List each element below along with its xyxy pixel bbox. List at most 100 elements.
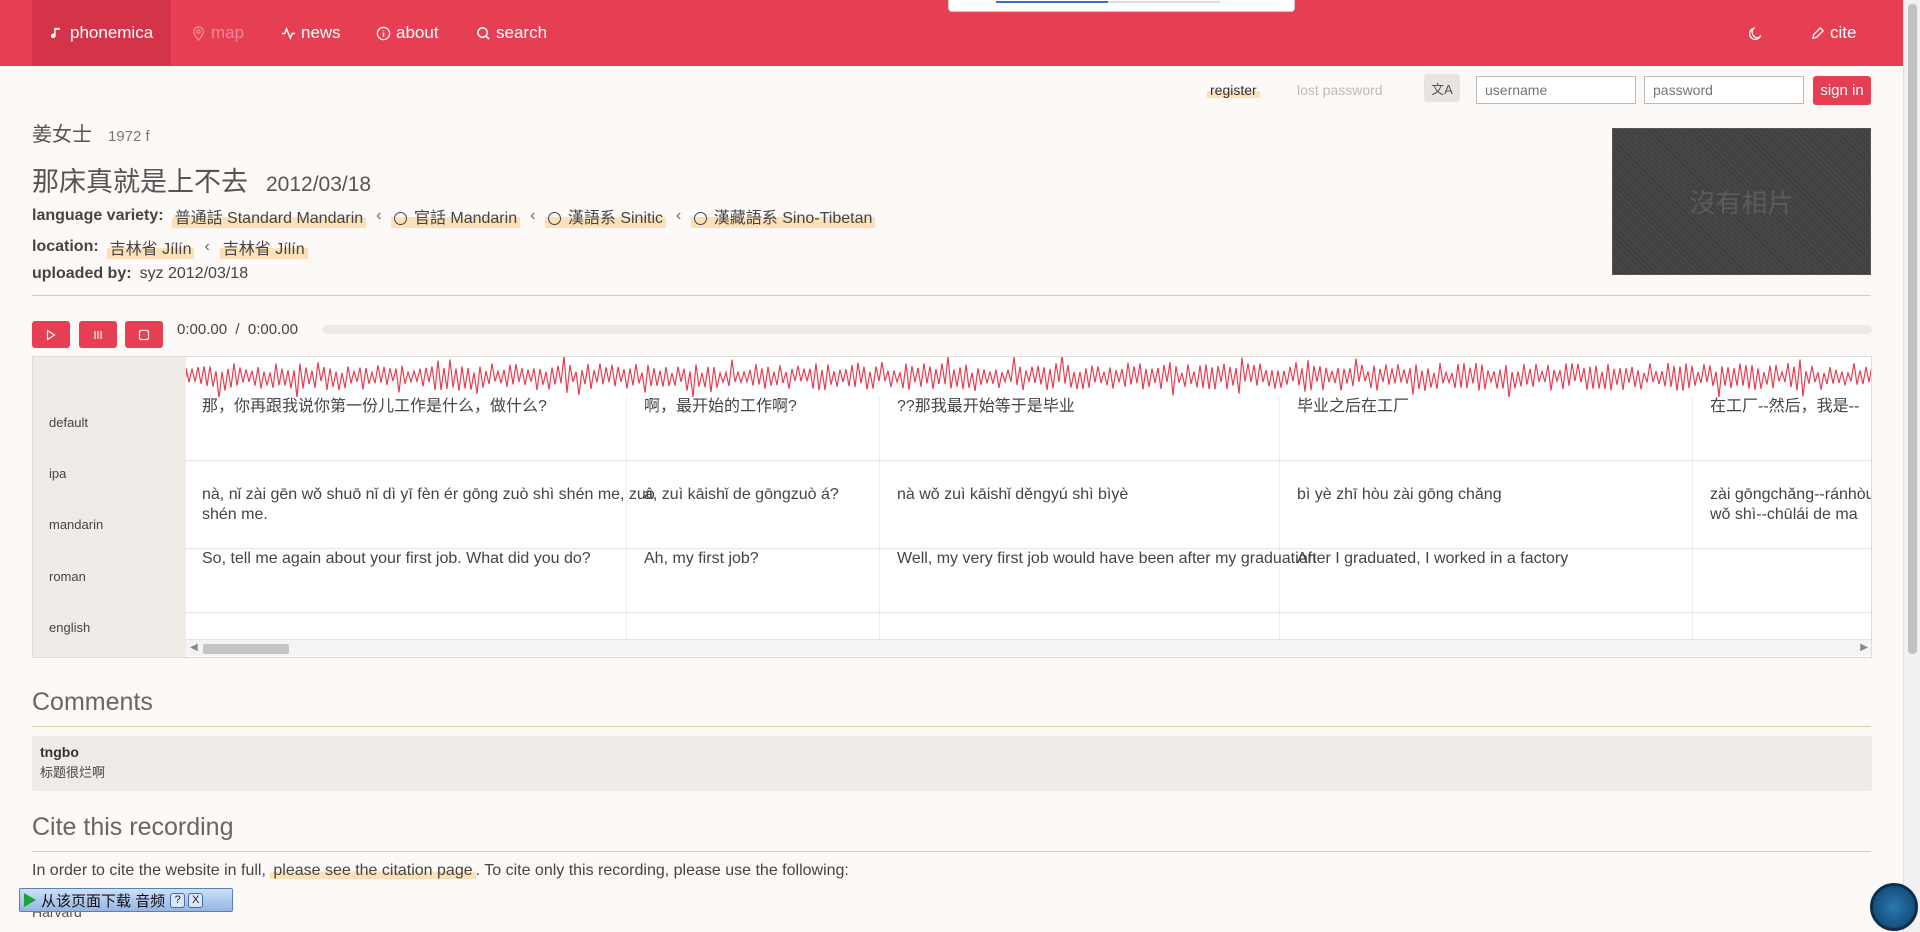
recording-date: 2012/03/18 [266,173,372,196]
nav-news-label: news [301,23,341,42]
total-time: 0:00.00 [247,321,298,338]
language-variety-label: language variety: [32,207,164,224]
divider [32,295,1871,296]
segment-roman[interactable]: nà, nǐ zài gēn wǒ shuō nǐ dì yī fèn ér g… [202,485,682,525]
segment-roman[interactable]: zài gōngchǎng--ránhòu, wǒ shì--chūlái de… [1710,485,1871,525]
help-button[interactable]: ? [170,892,186,908]
dropdown-popup-stub [948,0,1295,12]
tier-label-default: default [49,415,89,430]
segment-default[interactable]: 啊，最开始的工作啊? [644,397,797,417]
segment-roman[interactable]: á, zuì kāishǐ de gōngzuò á? [644,485,839,505]
register-link[interactable]: register [1207,82,1260,98]
music-note-icon [50,27,60,38]
pen-icon [1811,26,1825,39]
translate-icon: 文A [1431,81,1453,97]
page-vertical-scrollbar[interactable] [1903,0,1920,932]
extension-badge-icon[interactable] [1870,883,1918,931]
nav-map-link[interactable]: map [191,0,244,66]
segment-english[interactable]: After I graduated, I worked in a factory [1297,549,1568,569]
speaker-name: 姜女士 [32,124,92,146]
nav-search-link[interactable]: search [476,0,547,66]
location-city-link[interactable]: 吉林省 Jílín [106,235,195,259]
activity-icon [281,26,296,40]
search-icon [477,26,490,40]
scroll-right-arrow-icon[interactable]: ▶ [1860,642,1868,653]
nav-search-label: search [496,23,548,42]
play-button[interactable] [32,321,70,348]
recording-title-text: 那床真就是上不去 [32,167,248,197]
segment-roman[interactable]: nà wǒ zuì kāishǐ děngyú shì bìyè [897,485,1128,505]
segment-default[interactable]: 那，你再跟我说你第一份儿工作是什么，做什么? [202,397,547,417]
segment-english[interactable]: Ah, my first job? [644,549,759,569]
language-variety-line: language variety: 普通話 Standard Mandarin … [32,204,876,228]
location-label: location: [32,238,99,255]
segment-english[interactable]: Well, my very first job would have been … [897,549,1316,569]
pause-button[interactable] [79,321,117,348]
location-line: location: 吉林省 Jílín ‹ 吉林省 Jílín [32,235,308,259]
scroll-left-arrow-icon[interactable]: ◀ [190,642,198,653]
citation-page-link[interactable]: please see the citation page [270,862,476,879]
segment-default[interactable]: 毕业之后在工厂 [1297,397,1409,417]
divider [32,851,1871,852]
recording-title: 那床真就是上不去 2012/03/18 [32,160,371,199]
tier-label-ipa: ipa [49,466,67,481]
stop-icon [138,329,150,340]
tier-label-roman: roman [49,569,86,584]
segment-roman[interactable]: bì yè zhī hòu zài gōng chǎng [1297,485,1502,505]
lost-password-link[interactable]: lost password [1297,82,1383,98]
comment-item: tngbo 标题很烂啊 [32,736,1872,791]
sign-in-button[interactable]: sign in [1813,76,1871,105]
segment-english[interactable]: So, tell me again about your first job. … [202,549,591,569]
nav-cite-label: cite [1830,23,1857,42]
uploaded-value: syz 2012/03/18 [139,265,249,282]
info-icon [376,26,391,40]
current-time: 0:00.00 [177,321,228,338]
scrollbar-thumb[interactable] [203,644,289,654]
stop-button[interactable] [125,321,163,348]
language-group-link[interactable]: 官話 Mandarin [391,204,521,228]
nav-cite-link[interactable]: cite [1810,0,1856,66]
segment-default[interactable]: 在工厂--然后，我是-- [1710,397,1859,417]
audio-waveform[interactable] [186,357,1872,397]
language-branch-link[interactable]: 漢語系 Sinitic [545,204,667,228]
cite-instructions: In order to cite the website in full, pl… [32,862,849,879]
nav-about-label: about [396,23,439,42]
play-triangle-icon [24,893,36,907]
language-family-link[interactable]: 漢藏語系 Sino-Tibetan [691,204,876,228]
brand-label: phonemica [70,23,154,42]
uploaded-label: uploaded by: [32,265,132,282]
scrollbar-thumb[interactable] [1908,4,1917,654]
download-label[interactable]: 从该页面下载 音频 [41,890,165,911]
nav-about-link[interactable]: about [376,0,439,66]
pause-icon [94,330,102,339]
uploaded-line: uploaded by: syz 2012/03/18 [32,265,248,283]
close-button[interactable]: X [188,892,204,908]
chevron-left-icon: ‹ [676,207,682,224]
moon-icon [1749,26,1762,40]
password-input[interactable] [1644,76,1804,104]
transcript-horizontal-scrollbar[interactable]: ◀ ▶ [186,639,1871,656]
dark-mode-toggle[interactable] [1748,0,1763,66]
chevron-left-icon: ‹ [376,207,382,224]
tier-labels: default ipa mandarin roman english [33,357,186,657]
language-variety-link[interactable]: 普通話 Standard Mandarin [171,204,367,228]
transcript-track[interactable]: 那，你再跟我说你第一份儿工作是什么，做什么? 啊，最开始的工作啊? ??那我最开… [186,357,1872,657]
speaker-heading: 姜女士 1972 f [32,118,150,147]
comment-text: 标题很烂啊 [40,765,106,780]
language-button[interactable]: 文A [1424,74,1460,102]
map-pin-icon [193,25,204,41]
segment-default[interactable]: ??那我最开始等于是毕业 [897,397,1075,417]
globe-icon [394,212,408,226]
globe-icon [548,212,562,226]
playback-progress-bar[interactable] [322,325,1872,334]
cite-heading: Cite this recording [32,813,234,841]
nav-brand-link[interactable]: phonemica [32,0,172,66]
location-province-link[interactable]: 吉林省 Jílín [219,235,308,259]
play-icon [46,328,56,341]
nav-news-link[interactable]: news [281,0,341,66]
comment-author: tngbo [40,744,79,760]
audio-download-widget[interactable]: 从该页面下载 音频 ? X [19,888,233,912]
divider [32,726,1871,727]
username-input[interactable] [1476,76,1636,104]
speaker-photo-placeholder: 沒有相片 [1612,128,1871,275]
